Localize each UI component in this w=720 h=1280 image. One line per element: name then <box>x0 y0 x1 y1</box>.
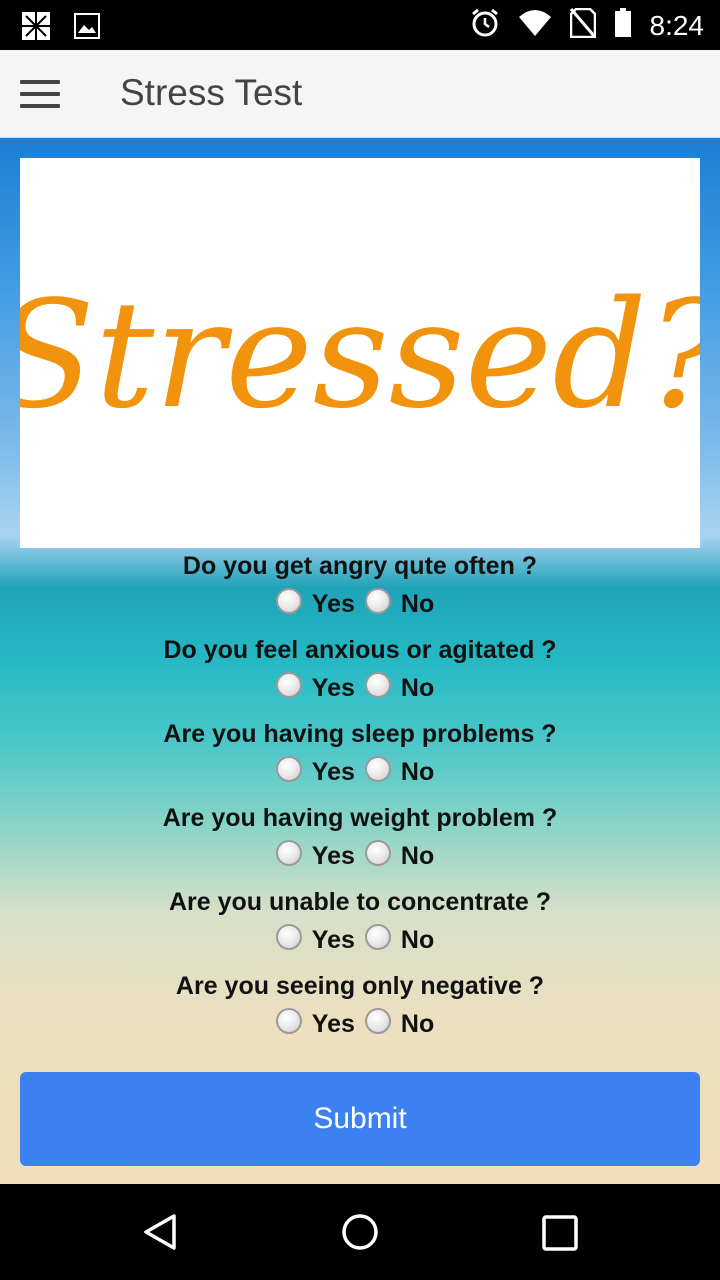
no-radio[interactable] <box>364 923 391 950</box>
submit-button[interactable]: Submit <box>20 1072 700 1166</box>
question-text: Are you having sleep problems ? <box>163 720 557 748</box>
no-label: No <box>400 1010 435 1038</box>
no-label: No <box>400 590 435 618</box>
home-icon[interactable] <box>340 1212 380 1257</box>
no-radio[interactable] <box>364 587 391 614</box>
image-icon <box>74 13 100 44</box>
hero-text: Stressed? <box>20 269 700 441</box>
no-label: No <box>400 674 435 702</box>
question-text: Are you seeing only negative ? <box>175 972 545 1000</box>
no-sim-icon <box>569 7 596 43</box>
yes-radio[interactable] <box>275 1007 302 1034</box>
main-content: Stressed? Do you get angry qute often ? … <box>0 138 720 1184</box>
yes-radio[interactable] <box>275 587 302 614</box>
hamburger-menu-icon[interactable] <box>20 80 60 110</box>
no-label: No <box>400 758 435 786</box>
hero-image: Stressed? <box>20 158 700 548</box>
back-icon[interactable] <box>140 1212 180 1257</box>
question-text: Are you having weight problem ? <box>162 804 558 832</box>
app-bar: Stress Test <box>0 50 720 138</box>
alarm-icon <box>470 8 500 43</box>
stressed-logo: Stressed? <box>20 269 700 441</box>
yes-label: Yes <box>311 1010 355 1038</box>
question-item: Do you feel anxious or agitated ? Yes No <box>0 634 720 718</box>
yes-label: Yes <box>311 674 355 702</box>
status-time: 8:24 <box>649 9 705 41</box>
question-item: Are you having weight problem ? Yes No <box>0 802 720 886</box>
yes-label: Yes <box>311 590 355 618</box>
yes-label: Yes <box>311 842 355 870</box>
no-radio[interactable] <box>364 671 391 698</box>
no-label: No <box>400 926 435 954</box>
no-label: No <box>400 842 435 870</box>
yes-label: Yes <box>311 758 355 786</box>
question-text: Do you feel anxious or agitated ? <box>163 636 557 664</box>
status-bar: 8:24 <box>0 0 720 50</box>
question-text: Are you unable to concentrate ? <box>168 888 551 916</box>
question-item: Do you get angry qute often ? Yes No <box>0 550 720 634</box>
yes-radio[interactable] <box>275 923 302 950</box>
yes-radio[interactable] <box>275 671 302 698</box>
question-item: Are you unable to concentrate ? Yes No <box>0 886 720 970</box>
question-item: Are you having sleep problems ? Yes No <box>0 718 720 802</box>
wifi-icon <box>518 9 552 42</box>
no-radio[interactable] <box>364 839 391 866</box>
recents-icon[interactable] <box>541 1214 579 1257</box>
question-item: Are you seeing only negative ? Yes No <box>0 970 720 1054</box>
question-list: Do you get angry qute often ? Yes No Do … <box>0 550 720 1054</box>
no-radio[interactable] <box>364 1007 391 1034</box>
navigation-bar <box>0 1184 720 1280</box>
battery-icon <box>614 8 632 43</box>
no-radio[interactable] <box>364 755 391 782</box>
question-text: Do you get angry qute often ? <box>182 552 538 580</box>
notification-icon <box>20 10 52 47</box>
yes-radio[interactable] <box>275 755 302 782</box>
page-title: Stress Test <box>120 72 303 113</box>
yes-radio[interactable] <box>275 839 302 866</box>
yes-label: Yes <box>311 926 355 954</box>
